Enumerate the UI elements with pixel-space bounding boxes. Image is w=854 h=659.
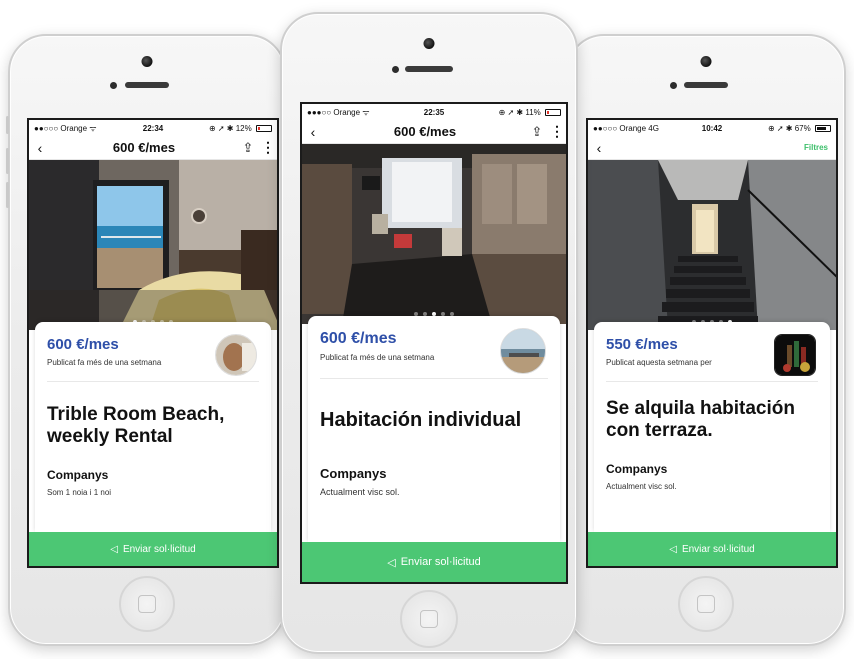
avatar[interactable] [500, 328, 546, 374]
listing-card: 600 €/mes Publicat fa més de una setmana… [35, 322, 271, 532]
battery-icon [814, 124, 831, 132]
send-request-label: Enviar sol·licitud [400, 556, 481, 568]
clock-label: 22:35 [423, 107, 445, 117]
nav-bar: ‹ Filtres [588, 136, 836, 160]
phone-screen: ●●●○○ Orange ᯤ 22:35 ⊕ ➚ ✱ 11% ‹ 600 €/m… [300, 102, 568, 584]
clock-label: 10:42 [701, 123, 723, 133]
section-title: Companys [606, 461, 668, 476]
volume-down-button [6, 182, 9, 208]
phone-center: ●●●○○ Orange ᯤ 22:35 ⊕ ➚ ✱ 11% ‹ 600 €/m… [280, 12, 578, 654]
section-title: Companys [47, 467, 109, 482]
status-right: ⊕ ➚ ✱ 67% [752, 124, 831, 133]
send-request-button[interactable]: ◁ Enviar sol·licitud [302, 542, 566, 582]
avatar-image [775, 335, 815, 375]
listing-title: Se alquila habitación con terraza. [606, 398, 795, 441]
filters-link[interactable]: Filtres [804, 143, 836, 152]
status-right: ⊕ ➚ ✱ 12% [193, 124, 272, 133]
send-request-label: Enviar sol·licitud [681, 543, 755, 555]
bedroom-photo [29, 160, 277, 330]
divider [47, 381, 259, 382]
send-icon: ◁ [110, 543, 118, 555]
status-icons: ⊕ ➚ ✱ 12% [208, 123, 252, 133]
front-camera [423, 38, 435, 49]
status-bar: ●●●○○ Orange ᯤ 22:35 ⊕ ➚ ✱ 11% [302, 104, 566, 120]
nav-title: 600 €/mes [393, 124, 457, 139]
more-options-icon[interactable]: ⋮ [259, 139, 277, 156]
proximity-sensor [670, 82, 677, 89]
mute-switch [6, 116, 9, 134]
section-text: Actualment visc sol. [320, 487, 400, 497]
proximity-sensor [110, 82, 117, 89]
kitchen-photo [302, 144, 566, 324]
front-camera [700, 56, 712, 67]
divider [320, 378, 548, 379]
battery-icon [545, 108, 562, 116]
send-request-button[interactable]: ◁ Enviar sol·licitud [29, 532, 277, 566]
avatar[interactable] [774, 334, 816, 376]
listing-photo[interactable] [588, 160, 836, 330]
earpiece-speaker [405, 66, 453, 72]
listing-card: 550 €/mes Publicat aquesta setmana per S… [594, 322, 830, 532]
carrier-label: ●●○○○ Orange ᯤ [34, 123, 97, 133]
more-options-icon[interactable]: ⋮ [548, 123, 566, 140]
proximity-sensor [392, 66, 399, 73]
status-bar: ●●○○○ Orange 4G 10:42 ⊕ ➚ ✱ 67% [588, 120, 836, 136]
home-button[interactable] [678, 576, 734, 632]
nav-bar: ‹ 600 €/mes ⇪ ⋮ [302, 120, 566, 144]
home-square-icon [138, 595, 156, 613]
status-right: ⊕ ➚ ✱ 11% [476, 107, 562, 117]
battery-icon [255, 124, 272, 132]
back-arrow-icon[interactable]: ‹ [302, 124, 324, 140]
avatar[interactable] [215, 334, 257, 376]
phone-screen: ●●○○○ Orange 4G 10:42 ⊕ ➚ ✱ 67% ‹ Filtre… [586, 118, 838, 568]
home-button[interactable] [119, 576, 175, 632]
send-icon: ◁ [387, 556, 396, 569]
battery-fill [257, 126, 260, 130]
avatar-image [501, 329, 545, 373]
section-title: Companys [320, 466, 387, 481]
back-arrow-icon[interactable]: ‹ [588, 140, 610, 156]
staircase-photo [588, 160, 836, 330]
share-icon[interactable]: ⇪ [237, 140, 259, 156]
carrier-label: ●●○○○ Orange 4G [593, 123, 659, 133]
send-request-label: Enviar sol·licitud [122, 543, 196, 555]
earpiece-speaker [125, 82, 169, 88]
share-icon[interactable]: ⇪ [526, 124, 548, 140]
avatar-image [216, 335, 256, 375]
phone-right: ●●○○○ Orange 4G 10:42 ⊕ ➚ ✱ 67% ‹ Filtre… [566, 34, 846, 646]
status-icons: ⊕ ➚ ✱ 11% [498, 107, 541, 117]
status-bar: ●●○○○ Orange ᯤ 22:34 ⊕ ➚ ✱ 12% [29, 120, 277, 136]
earpiece-speaker [684, 82, 728, 88]
carrier-label: ●●●○○ Orange ᯤ [307, 107, 370, 117]
status-icons: ⊕ ➚ ✱ 67% [767, 123, 811, 133]
listing-card: 600 €/mes Publicat fa més de una setmana… [308, 316, 560, 542]
section-text: Actualment visc sol. [606, 481, 677, 491]
nav-bar: ‹ 600 €/mes ⇪ ⋮ [29, 136, 277, 160]
listing-photo[interactable] [302, 144, 566, 324]
nav-title: 600 €/mes [112, 140, 176, 155]
clock-label: 22:34 [142, 123, 164, 133]
divider [606, 381, 818, 382]
volume-up-button [6, 148, 9, 174]
send-icon: ◁ [669, 543, 677, 555]
battery-fill [547, 110, 550, 114]
home-square-icon [697, 595, 715, 613]
section-text: Som 1 noia i 1 noi [47, 487, 112, 497]
home-button[interactable] [400, 590, 458, 648]
phone-left: ●●○○○ Orange ᯤ 22:34 ⊕ ➚ ✱ 12% ‹ 600 €/m… [6, 34, 286, 646]
front-camera [141, 56, 153, 67]
listing-title: Trible Room Beach, weekly Rental [47, 404, 225, 447]
phone-screen: ●●○○○ Orange ᯤ 22:34 ⊕ ➚ ✱ 12% ‹ 600 €/m… [27, 118, 279, 568]
back-arrow-icon[interactable]: ‹ [29, 140, 51, 156]
listing-photo[interactable] [29, 160, 277, 330]
listing-title: Habitación individual [320, 409, 522, 431]
battery-fill [816, 126, 826, 130]
home-square-icon [420, 610, 438, 628]
send-request-button[interactable]: ◁ Enviar sol·licitud [588, 532, 836, 566]
